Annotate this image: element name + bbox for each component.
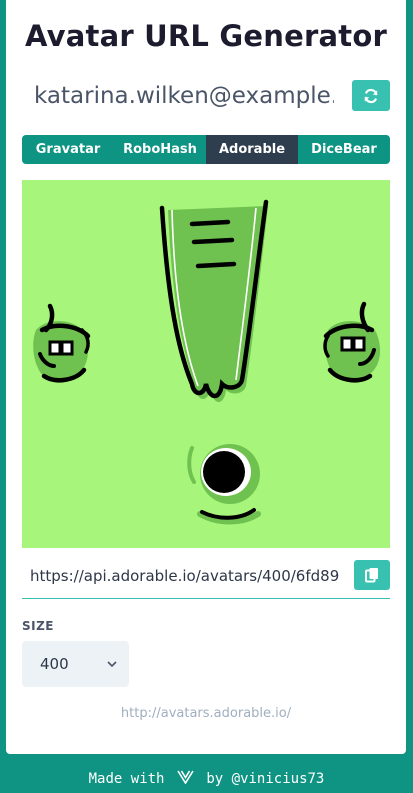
footer: Made with by @vinicius73 — [0, 770, 413, 788]
avatar-url-field[interactable] — [30, 563, 344, 589]
service-link[interactable]: http://avatars.adorable.io/ — [6, 706, 406, 721]
size-label: SIZE — [22, 619, 55, 633]
size-selected-value: 400 — [40, 655, 69, 673]
avatar-face-image — [33, 199, 381, 525]
refresh-button[interactable] — [352, 80, 390, 111]
provider-tabs: Gravatar RoboHash Adorable DiceBear — [22, 135, 390, 164]
main-card: Avatar URL Generator Gravatar RoboHash A… — [6, 0, 406, 754]
email-input[interactable] — [34, 78, 334, 114]
copy-icon — [365, 568, 378, 583]
refresh-icon — [364, 88, 378, 103]
tab-dicebear[interactable]: DiceBear — [298, 135, 390, 164]
size-select[interactable]: 400 — [22, 641, 129, 687]
copy-url-button[interactable] — [354, 560, 390, 590]
vue-logo-icon — [177, 770, 194, 788]
avatar-preview — [22, 180, 390, 548]
footer-author[interactable]: by @vinicius73 — [206, 771, 324, 787]
tab-gravatar[interactable]: Gravatar — [22, 135, 114, 164]
tab-robohash[interactable]: RoboHash — [114, 135, 206, 164]
footer-made-with: Made with — [88, 771, 165, 787]
tab-adorable[interactable]: Adorable — [206, 135, 298, 164]
chevron-down-icon — [107, 661, 117, 668]
page-title: Avatar URL Generator — [25, 19, 387, 53]
url-underline — [22, 598, 390, 599]
